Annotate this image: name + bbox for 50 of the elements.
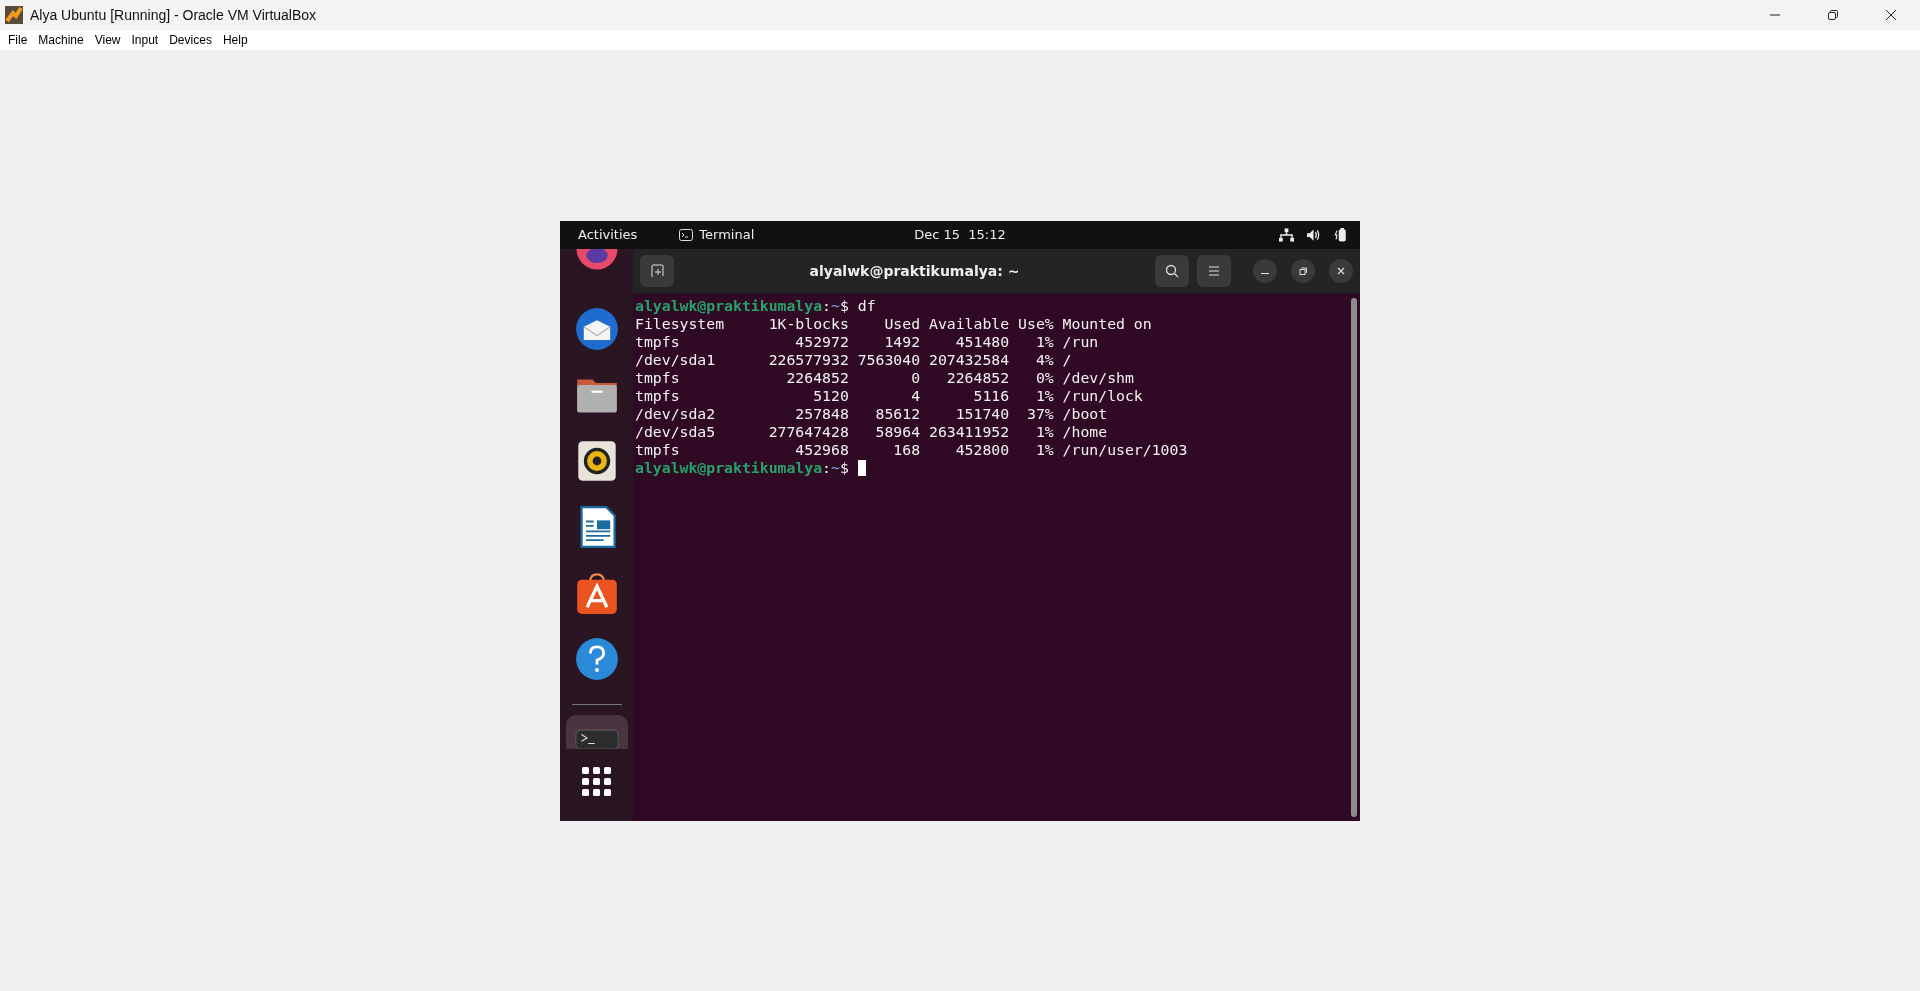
menu-item[interactable]: Help	[218, 33, 255, 47]
app-icon	[4, 5, 24, 25]
output-line: Filesystem 1K-blocks Used Available Use% Mounted on	[635, 314, 1153, 333]
text-cursor	[857, 459, 866, 476]
search-button[interactable]	[1155, 254, 1189, 287]
app-menu-label[interactable]: Terminal	[699, 227, 755, 242]
menu-item[interactable]: Devices	[165, 33, 219, 47]
menu-item[interactable]: Machine	[34, 33, 91, 47]
menu-item[interactable]: View	[90, 33, 128, 47]
terminal-title: alyalwk@praktikumalya: ~	[808, 262, 1021, 279]
restore-button[interactable]	[1291, 258, 1315, 283]
window-title: Alya Ubuntu [Running] - Oracle VM VirtualBox	[30, 7, 317, 23]
close-button[interactable]	[1329, 258, 1353, 283]
prompt-separator: :	[822, 296, 831, 315]
menu-icon	[1207, 263, 1221, 278]
volume-icon[interactable]	[1306, 227, 1321, 242]
prompt-user-host: alyalwk@praktikumalya	[635, 296, 823, 315]
output-line: tmpfs 452968 168 452800 1% /run/user/1003	[635, 440, 1189, 459]
output-line: /dev/sda1 226577932 7563040 207432584 4% /	[635, 350, 1073, 369]
app-grid-icon[interactable]	[581, 766, 612, 797]
new-tab-button[interactable]	[640, 254, 674, 287]
menu-button[interactable]	[1197, 254, 1231, 287]
output-line: tmpfs 5120 4 5116 1% /run/lock	[635, 386, 1144, 405]
network-icon[interactable]	[1279, 227, 1294, 242]
command-text: df	[857, 296, 876, 315]
restore-icon	[1298, 265, 1308, 276]
terminal-icon	[679, 228, 694, 241]
menu-item[interactable]: Input	[127, 33, 166, 47]
close-icon	[1336, 265, 1346, 276]
new-tab-icon	[650, 263, 664, 278]
search-icon	[1165, 263, 1179, 278]
output-line: /dev/sda5 277647428 58964 263411952 1% /home	[635, 422, 1109, 441]
prompt-separator: :	[822, 458, 831, 477]
shopping-bag-icon[interactable]	[574, 570, 619, 615]
scrollbar-thumb[interactable]	[1351, 297, 1357, 817]
help-icon[interactable]	[574, 636, 619, 681]
prompt-path: ~	[831, 296, 840, 315]
output-line: tmpfs 452972 1492 451480 1% /run	[635, 332, 1100, 351]
output-line: tmpfs 2264852 0 2264852 0% /dev/shm	[635, 368, 1135, 387]
prompt-path: ~	[831, 458, 840, 477]
prompt-symbol: $	[839, 458, 849, 477]
prompt-symbol: $	[839, 296, 849, 315]
output-line: /dev/sda2 257848 85612 151740 37% /boot	[635, 404, 1109, 423]
menu-item[interactable]: File	[4, 33, 35, 47]
mail-app-icon[interactable]	[574, 306, 619, 351]
prompt-user-host: alyalwk@praktikumalya	[635, 458, 823, 477]
battery-icon[interactable]	[1333, 227, 1348, 242]
clock[interactable]: Dec 15 15:12	[914, 227, 1006, 242]
minimize-icon	[1261, 272, 1269, 275]
activities-button[interactable]: Activities	[578, 227, 638, 242]
